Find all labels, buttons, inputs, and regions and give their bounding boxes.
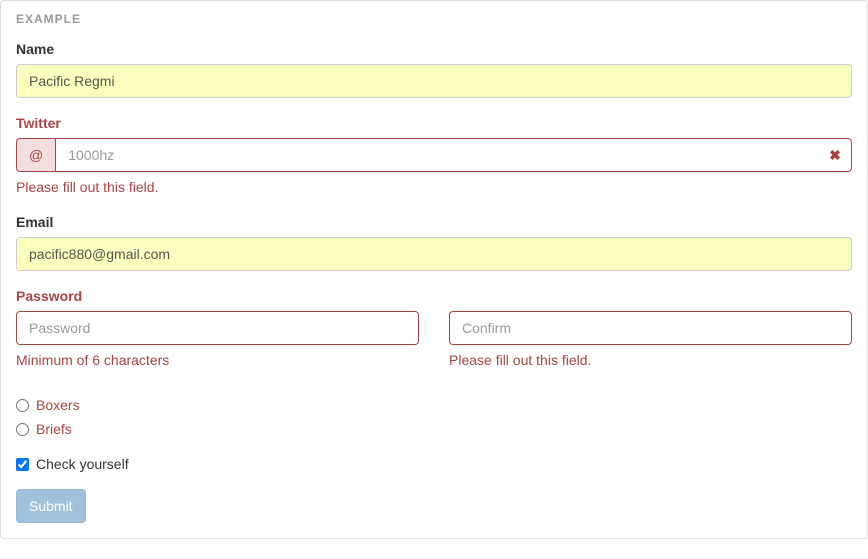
at-addon: @ bbox=[16, 138, 55, 172]
twitter-error: Please fill out this field. bbox=[16, 177, 852, 197]
example-panel: EXAMPLE Name Twitter @ ✖ Please fill out… bbox=[0, 0, 868, 539]
twitter-label: Twitter bbox=[16, 113, 61, 133]
submit-button[interactable]: Submit bbox=[16, 489, 86, 523]
password-label: Password bbox=[16, 286, 82, 306]
email-group: Email bbox=[16, 212, 852, 271]
name-group: Name bbox=[16, 39, 852, 98]
panel-body: Name Twitter @ ✖ Please fill out this fi… bbox=[1, 39, 867, 538]
password-row: Minimum of 6 characters Please fill out … bbox=[1, 311, 867, 380]
briefs-label-wrap[interactable]: Briefs bbox=[16, 419, 72, 439]
twitter-input[interactable] bbox=[55, 138, 852, 172]
boxers-radio[interactable] bbox=[16, 399, 29, 412]
check-yourself: Check yourself bbox=[16, 454, 852, 474]
password-col: Minimum of 6 characters bbox=[1, 311, 434, 380]
check-label-wrap[interactable]: Check yourself bbox=[16, 454, 129, 474]
underwear-group: Boxers Briefs bbox=[16, 395, 852, 439]
confirm-error: Please fill out this field. bbox=[449, 350, 852, 370]
password-group: Password Minimum of 6 characters Please … bbox=[16, 286, 852, 380]
confirm-col: Please fill out this field. bbox=[434, 311, 867, 380]
check-group: Check yourself bbox=[16, 454, 852, 474]
boxers-label-wrap[interactable]: Boxers bbox=[16, 395, 80, 415]
name-label: Name bbox=[16, 39, 54, 59]
name-input[interactable] bbox=[16, 64, 852, 98]
password-input[interactable] bbox=[16, 311, 419, 345]
check-text: Check yourself bbox=[36, 456, 129, 472]
submit-group: Submit bbox=[16, 489, 852, 523]
briefs-text: Briefs bbox=[36, 421, 72, 437]
radio-briefs: Briefs bbox=[16, 419, 852, 439]
boxers-text: Boxers bbox=[36, 397, 80, 413]
panel-heading: EXAMPLE bbox=[1, 1, 867, 39]
email-label: Email bbox=[16, 212, 53, 232]
confirm-input[interactable] bbox=[449, 311, 852, 345]
email-input[interactable] bbox=[16, 237, 852, 271]
radio-boxers: Boxers bbox=[16, 395, 852, 415]
briefs-radio[interactable] bbox=[16, 423, 29, 436]
check-checkbox[interactable] bbox=[16, 458, 29, 471]
twitter-group: Twitter @ ✖ Please fill out this field. bbox=[16, 113, 852, 197]
password-error: Minimum of 6 characters bbox=[16, 350, 419, 370]
twitter-input-group: @ ✖ bbox=[16, 138, 852, 172]
